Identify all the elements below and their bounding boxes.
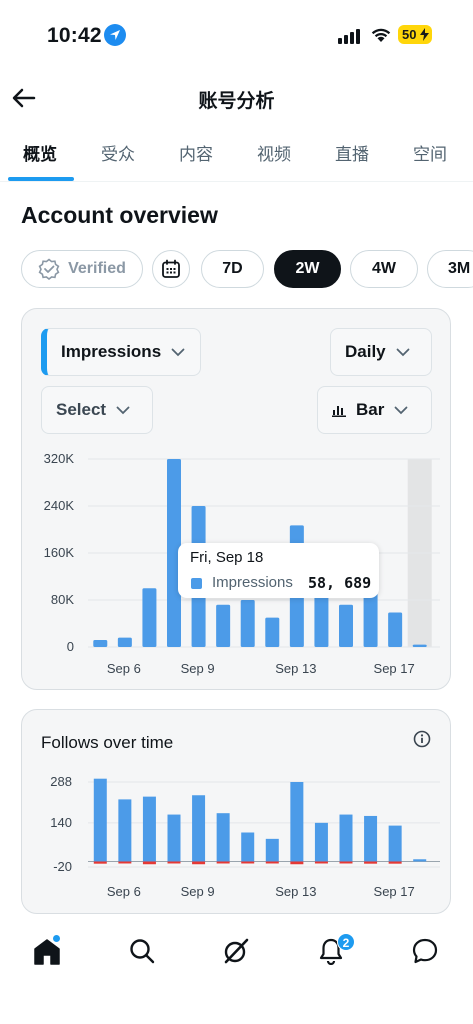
unfollow-bar: [265, 861, 279, 864]
unfollow-bar: [364, 861, 378, 864]
y-tick-label: 320K: [44, 451, 75, 466]
charging-bolt-icon: [420, 28, 429, 41]
bar: [412, 644, 427, 647]
range-chip-7d[interactable]: 7D: [201, 250, 264, 288]
bar: [240, 600, 255, 647]
cellular-signal-icon: [338, 29, 360, 44]
unfollow-bar: [314, 861, 328, 864]
nav-messages[interactable]: [410, 936, 440, 966]
follow-bar: [167, 814, 181, 862]
follow-bar: [142, 796, 156, 862]
x-tick-label: Sep 6: [107, 661, 141, 676]
tab-bar: 概览 受众 内容 视频 直播 空间: [0, 130, 473, 182]
follow-bar: [241, 832, 255, 862]
location-arrow-icon: [104, 24, 126, 46]
unfollow-bar: [216, 861, 230, 864]
battery-level: 50: [402, 27, 417, 42]
unfollow-bar: [290, 861, 304, 865]
tab-audience[interactable]: 受众: [101, 140, 135, 165]
page-title: 账号分析: [198, 91, 275, 112]
x-tick-label: Sep 13: [275, 661, 316, 676]
bar: [93, 639, 108, 647]
bar: [363, 592, 378, 647]
x-tick-label: Sep 17: [374, 884, 415, 899]
tab-spaces[interactable]: 空间: [413, 140, 447, 165]
bar: [142, 588, 157, 647]
y-tick-label: -20: [53, 859, 72, 874]
range-chip-4w[interactable]: 4W: [350, 250, 418, 288]
section-title: Account overview: [21, 202, 218, 228]
unfollow-bar: [241, 861, 255, 864]
y-tick-label: 160K: [44, 545, 75, 560]
search-icon: [130, 939, 155, 964]
battery-indicator: 50: [398, 25, 432, 44]
unfollow-bar: [93, 861, 107, 864]
follow-bar: [388, 825, 402, 862]
wifi-icon: [371, 28, 391, 42]
tab-overview[interactable]: 概览: [23, 140, 57, 165]
follow-bar: [314, 822, 328, 862]
x-tick-label: Sep 13: [275, 884, 316, 899]
status-bar: 10:42 50: [0, 0, 473, 62]
impressions-bar-chart[interactable]: 320K 240K 160K 80K 0 Sep 6 Sep 9 Sep 13 Sep 17: [22, 309, 452, 691]
follow-bar: [192, 795, 206, 862]
calendar-button[interactable]: [152, 250, 190, 288]
notifications-badge: 2: [337, 933, 355, 951]
follow-bar: [93, 778, 107, 862]
calendar-icon: [162, 259, 180, 278]
unfollow-bar: [142, 861, 156, 865]
verified-label: Verified: [68, 260, 126, 277]
follows-card: Follows over time 288 140 -20 Sep 6 Sep 9 Sep…: [21, 709, 451, 914]
unfollow-bar: [192, 861, 206, 865]
active-tab-indicator: [8, 177, 74, 181]
range-chip-3m[interactable]: 3M: [427, 250, 473, 288]
unfollow-bar: [167, 861, 181, 864]
x-tick-label: Sep 9: [181, 661, 215, 676]
follow-bar: [339, 814, 353, 862]
tooltip-series-label: Impressions: [212, 574, 293, 591]
follow-bar: [216, 813, 230, 862]
tab-content[interactable]: 内容: [179, 140, 213, 165]
y-tick-label: 240K: [44, 498, 75, 513]
home-unread-dot: [53, 935, 60, 942]
x-tick-label: Sep 6: [107, 884, 141, 899]
tab-video[interactable]: 视频: [257, 140, 291, 165]
y-tick-label: 0: [67, 639, 74, 654]
range-chip-2w[interactable]: 2W: [274, 250, 341, 288]
follow-bar: [290, 782, 304, 862]
tooltip-value: 58, 689: [308, 574, 372, 592]
status-time: 10:42: [47, 24, 102, 47]
nav-search[interactable]: [127, 936, 157, 966]
bar: [216, 604, 231, 647]
y-tick-label: 80K: [51, 592, 74, 607]
y-tick-label: 140: [50, 815, 72, 830]
bottom-navigation: 2: [0, 928, 473, 978]
tab-live[interactable]: 直播: [335, 140, 369, 165]
chart-tooltip: Fri, Sep 18 Impressions 58, 689: [178, 543, 379, 598]
follows-bar-chart[interactable]: 288 140 -20 Sep 6 Sep 9 Sep 13 Sep 17: [22, 710, 452, 915]
follow-bar: [265, 838, 279, 862]
follow-bar: [118, 799, 132, 862]
chat-bubble-icon: [412, 938, 438, 964]
bar: [117, 637, 132, 647]
unfollow-bar: [339, 861, 353, 864]
impressions-card: Impressions Daily Select Bar 320K 240K 160…: [21, 308, 451, 690]
bar: [339, 604, 353, 647]
grok-icon: [224, 938, 249, 964]
tooltip-date: Fri, Sep 18: [190, 549, 264, 566]
y-tick-label: 288: [50, 774, 72, 789]
bar: [314, 594, 329, 647]
bar: [265, 617, 280, 647]
x-tick-label: Sep 9: [181, 884, 215, 899]
nav-grok[interactable]: [221, 936, 251, 966]
x-tick-label: Sep 17: [374, 661, 415, 676]
follow-bar: [364, 815, 378, 862]
verified-filter-chip[interactable]: Verified: [21, 250, 143, 288]
follow-bar: [413, 859, 427, 862]
tooltip-series-swatch: [191, 578, 202, 589]
unfollow-bar: [118, 861, 132, 864]
bar: [388, 612, 403, 647]
unfollow-bar: [388, 861, 402, 864]
verified-badge-icon: [38, 258, 60, 280]
